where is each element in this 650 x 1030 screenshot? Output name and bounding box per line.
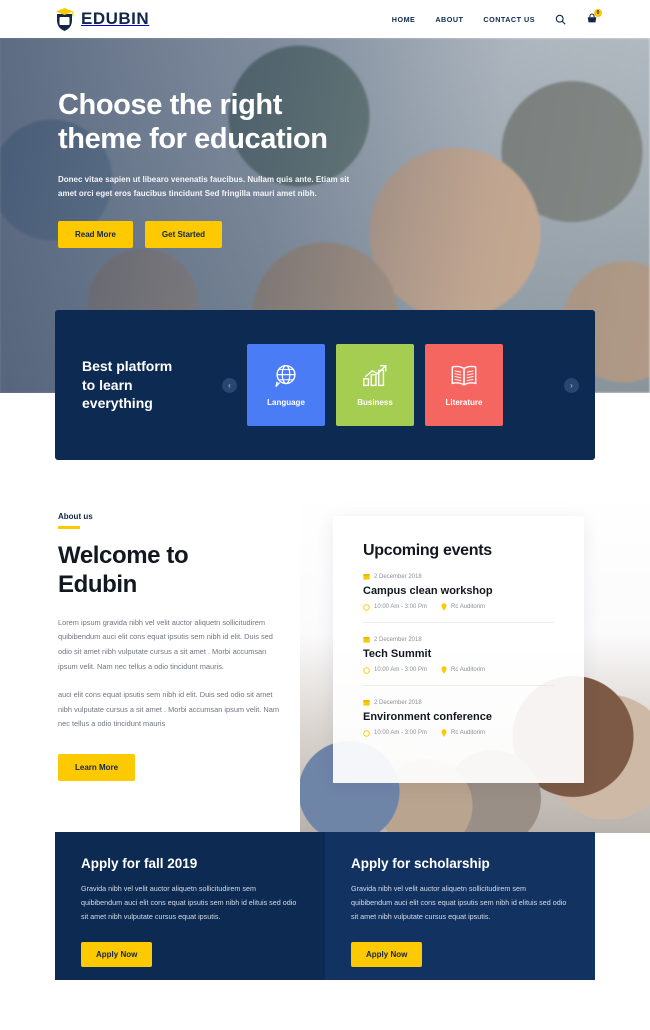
hero-title-line-1: Choose the right (58, 89, 282, 121)
globe-icon (271, 361, 301, 391)
about-section: About us Welcome to Edubin Lorem ipsum g… (58, 512, 288, 782)
event-date: 2 December 2018 (374, 573, 422, 580)
brand-logo-link[interactable]: EDUBIN (55, 7, 149, 32)
nav-about[interactable]: ABOUT (435, 15, 463, 24)
about-eyebrow: About us (58, 512, 93, 521)
category-card-list: Language Business Literature (247, 344, 503, 426)
category-label-language: Language (267, 398, 305, 407)
event-time-group: 10:00 Am - 3:00 Pm (363, 666, 427, 674)
apply-text: Gravida nibh vel velit auctor aliquetn s… (351, 884, 567, 922)
apply-now-button-fall[interactable]: Apply Now (81, 942, 153, 968)
platform-title: Best platform to learn everything (82, 357, 222, 412)
carousel-next-button[interactable]: › (564, 377, 579, 393)
event-detail-row: 10:00 Am - 3:00 Pm Rc Auditorim (363, 729, 554, 737)
event-detail-row: 10:00 Am - 3:00 Pm Rc Auditorim (363, 666, 554, 674)
apply-heading: Apply for scholarship (351, 856, 490, 871)
get-started-button[interactable]: Get Started (144, 221, 223, 249)
open-book-icon (449, 361, 479, 391)
event-time: 10:00 Am - 3:00 Pm (374, 667, 428, 673)
event-item[interactable]: 2 December 2018 Environment conference 1… (363, 685, 554, 748)
hero-buttons: Read More Get Started (58, 221, 398, 249)
nav-contact-us[interactable]: CONTACT US (483, 15, 535, 24)
event-date-row: 2 December 2018 (363, 573, 554, 580)
event-location-group: Rc Auditorim (441, 603, 485, 611)
brand-name: EDUBIN (81, 9, 150, 28)
platform-panel: Best platform to learn everything ‹ Lang… (55, 310, 595, 460)
platform-title-line-3: everything (82, 395, 153, 412)
map-pin-icon (441, 666, 447, 674)
event-location-group: Rc Auditorim (441, 729, 485, 737)
apply-section: Apply for fall 2019 Gravida nibh vel vel… (55, 832, 595, 980)
about-paragraph-1: Lorem ipsum gravida nibh vel velit aucto… (58, 617, 273, 672)
read-more-button[interactable]: Read More (58, 221, 133, 249)
clock-icon (363, 603, 370, 611)
clock-icon (363, 666, 370, 674)
category-card-language[interactable]: Language (247, 344, 325, 426)
category-label-business: Business (357, 398, 393, 407)
platform-title-line-1: Best platform (82, 358, 173, 375)
hero-title-line-2: theme for education (58, 123, 328, 156)
platform-title-line-2: to learn (82, 376, 133, 393)
upcoming-events-title: Upcoming events (363, 542, 492, 559)
cart-badge: 0 (594, 9, 602, 17)
category-card-business[interactable]: Business (336, 344, 414, 426)
about-title-line-2: Edubin (58, 570, 137, 598)
event-date: 2 December 2018 (374, 636, 422, 643)
event-detail-row: 10:00 Am - 3:00 Pm Rc Auditorim (363, 603, 554, 611)
chevron-left-icon: ‹ (228, 380, 231, 390)
apply-now-button-scholarship[interactable]: Apply Now (351, 942, 423, 968)
main-navigation: HOME ABOUT CONTACT US 0 (392, 9, 602, 25)
page-root: EDUBIN HOME ABOUT CONTACT US 0 Choose th… (0, 0, 650, 1030)
about-eyebrow-underline (58, 526, 80, 529)
event-location-group: Rc Auditorim (441, 666, 485, 674)
bar-chart-arrow-icon (360, 361, 390, 391)
about-title-line-1: Welcome to (58, 542, 189, 569)
about-paragraph-2: auci elit cons equat ipsutis sem nibh id… (58, 689, 279, 729)
category-label-literature: Literature (445, 398, 483, 407)
cart-icon[interactable]: 0 (586, 9, 602, 25)
event-item[interactable]: 2 December 2018 Campus clean workshop 10… (363, 560, 554, 622)
event-time: 10:00 Am - 3:00 Pm (374, 604, 428, 610)
hero-subtitle: Donec vitae sapien ut libearo venenatis … (58, 175, 350, 199)
event-location: Rc Auditorim (451, 730, 486, 736)
apply-text: Gravida nibh vel velit auctor aliquetn s… (81, 884, 297, 922)
apply-panel-fall: Apply for fall 2019 Gravida nibh vel vel… (55, 832, 325, 980)
event-name: Environment conference (363, 711, 492, 723)
event-time: 10:00 Am - 3:00 Pm (374, 730, 428, 736)
calendar-icon (363, 573, 370, 580)
event-location: Rc Auditorim (451, 604, 486, 610)
event-name: Campus clean workshop (363, 585, 493, 597)
learn-more-button[interactable]: Learn More (58, 754, 136, 782)
hero-content: Choose the right theme for education Don… (58, 88, 398, 249)
apply-panel-scholarship: Apply for scholarship Gravida nibh vel v… (325, 832, 595, 980)
carousel-prev-button[interactable]: ‹ (222, 377, 237, 393)
category-card-literature[interactable]: Literature (425, 344, 503, 426)
event-date-row: 2 December 2018 (363, 636, 554, 643)
calendar-icon (363, 699, 370, 706)
nav-home[interactable]: HOME (392, 15, 416, 24)
calendar-icon (363, 636, 370, 643)
event-name: Tech Summit (363, 648, 432, 660)
event-location: Rc Auditorim (451, 667, 486, 673)
event-item[interactable]: 2 December 2018 Tech Summit 10:00 Am - 3… (363, 622, 554, 685)
hero-title: Choose the right theme for education (58, 88, 398, 156)
map-pin-icon (441, 729, 447, 737)
event-date: 2 December 2018 (374, 699, 422, 706)
event-time-group: 10:00 Am - 3:00 Pm (363, 729, 427, 737)
map-pin-icon (441, 603, 447, 611)
event-time-group: 10:00 Am - 3:00 Pm (363, 603, 427, 611)
chevron-right-icon: › (570, 380, 573, 390)
graduation-cap-shield-icon (55, 7, 74, 32)
clock-icon (363, 729, 370, 737)
apply-heading: Apply for fall 2019 (81, 856, 198, 871)
site-header: EDUBIN HOME ABOUT CONTACT US 0 (0, 0, 650, 38)
event-date-row: 2 December 2018 (363, 699, 554, 706)
about-title: Welcome to Edubin (58, 542, 288, 600)
upcoming-events-card: Upcoming events 2 December 2018 Campus c… (333, 516, 584, 783)
search-icon[interactable] (555, 14, 566, 25)
